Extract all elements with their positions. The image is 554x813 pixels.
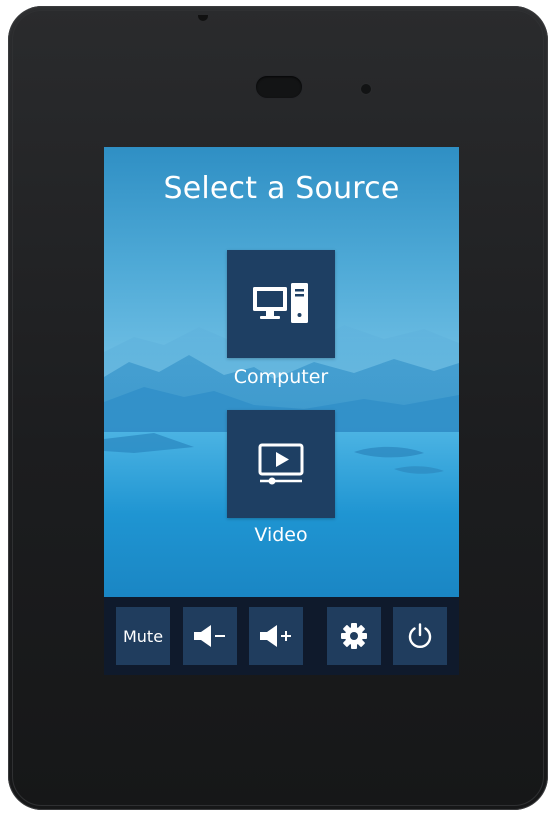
video-play-icon — [258, 443, 304, 485]
gear-icon — [341, 623, 367, 649]
power-icon — [408, 623, 432, 649]
proximity-sensor — [256, 76, 302, 98]
video-source-label: Video — [254, 524, 308, 546]
video-source-button[interactable] — [227, 410, 335, 518]
device-top-notch — [198, 15, 208, 21]
page-title: Select a Source — [163, 171, 400, 206]
volume-up-icon — [260, 625, 291, 647]
volume-down-button[interactable] — [183, 607, 237, 665]
computer-icon — [253, 283, 308, 323]
ambient-light-sensor — [361, 84, 371, 94]
power-button[interactable] — [393, 607, 447, 665]
control-bar: Mute — [104, 597, 459, 675]
computer-source-label: Computer — [233, 366, 329, 388]
volume-up-button[interactable] — [249, 607, 303, 665]
computer-source-button[interactable] — [227, 250, 335, 358]
touch-screen: Select a Source Computer Video Mute — [104, 147, 459, 675]
mute-button[interactable]: Mute — [116, 607, 170, 665]
settings-button[interactable] — [327, 607, 381, 665]
volume-down-icon — [194, 625, 225, 647]
